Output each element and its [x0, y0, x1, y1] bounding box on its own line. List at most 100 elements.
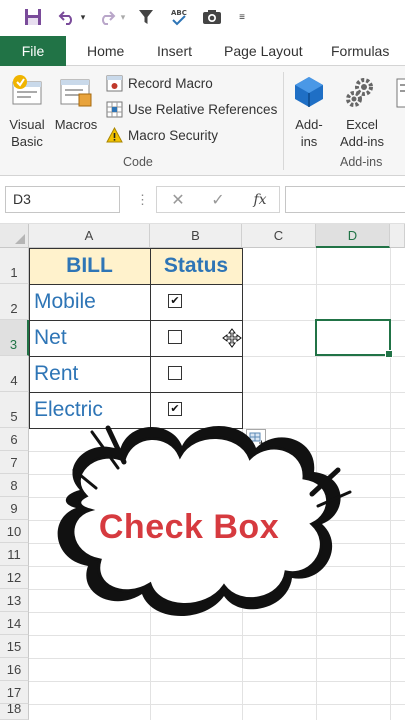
gridline	[29, 428, 405, 429]
cell-a3[interactable]: Net	[29, 320, 150, 356]
macro-security-button[interactable]: Macro Security	[106, 124, 218, 146]
quick-analysis-icon[interactable]	[246, 429, 266, 449]
row-header-3[interactable]: 3	[0, 320, 29, 356]
row-header-6[interactable]: 6	[0, 428, 29, 451]
gridline	[29, 451, 405, 452]
column-header-b[interactable]: B	[150, 224, 242, 248]
tab-page-layout[interactable]: Page Layout	[224, 36, 303, 66]
select-all-corner[interactable]	[0, 224, 29, 248]
insert-function-icon[interactable]: fx	[247, 187, 273, 214]
row-header-4[interactable]: 4	[0, 356, 29, 392]
com-addins-button[interactable]	[394, 72, 405, 152]
filter-icon[interactable]	[136, 6, 156, 28]
cancel-icon[interactable]: ✕	[165, 187, 191, 214]
gridline	[29, 474, 405, 475]
redo-icon[interactable]	[96, 6, 118, 28]
row-header-5[interactable]: 5	[0, 392, 29, 428]
relative-references-icon	[106, 101, 123, 118]
row-header-15[interactable]: 15	[0, 635, 29, 658]
com-addins-icon	[396, 78, 405, 113]
formula-bar-grip-icon: ⋮	[136, 192, 149, 207]
formula-input[interactable]	[285, 186, 405, 213]
row-header-14[interactable]: 14	[0, 612, 29, 635]
addins-button[interactable]: Add- ins	[290, 72, 328, 152]
name-box[interactable]: D3	[5, 186, 120, 213]
checkbox-electric[interactable]: ✔	[168, 402, 182, 416]
group-separator	[283, 72, 284, 170]
macros-label: Macros	[54, 117, 98, 132]
tab-formulas[interactable]: Formulas	[331, 36, 389, 66]
cell-b5[interactable]	[150, 392, 242, 428]
column-header-e[interactable]	[390, 224, 405, 248]
record-macro-icon	[106, 75, 123, 92]
save-icon[interactable]	[22, 6, 44, 28]
code-group-label: Code	[123, 155, 153, 169]
row-header-13[interactable]: 13	[0, 589, 29, 612]
column-header-d[interactable]: D	[316, 224, 390, 248]
cell-a5[interactable]: Electric	[29, 392, 150, 428]
gear-icon	[344, 75, 378, 114]
cell-a1-bill-header[interactable]: BILL	[29, 248, 150, 284]
gridline	[29, 566, 405, 567]
formula-buttons: ✕ ✓ fx	[156, 186, 280, 213]
ribbon-tabs: File Home Insert Page Layout Formulas	[0, 36, 405, 66]
undo-dropdown-icon[interactable]: ▾	[78, 6, 88, 28]
macros-icon	[59, 74, 93, 113]
macro-security-label: Macro Security	[128, 127, 219, 143]
macros-button[interactable]: Macros	[53, 72, 99, 152]
use-relative-references-label: Use Relative References	[128, 101, 278, 117]
addins-group-label: Add-ins	[340, 155, 383, 169]
check-box-caption: Check Box	[98, 508, 280, 546]
row-header-1[interactable]: 1	[0, 248, 29, 284]
tab-file[interactable]: File	[0, 36, 66, 66]
row-header-16[interactable]: 16	[0, 658, 29, 681]
row-header-9[interactable]: 9	[0, 497, 29, 520]
column-header-a[interactable]: A	[29, 224, 150, 248]
gridline	[29, 612, 405, 613]
cell-a4[interactable]: Rent	[29, 356, 150, 392]
row-header-8[interactable]: 8	[0, 474, 29, 497]
row-header-12[interactable]: 12	[0, 566, 29, 589]
enter-icon[interactable]: ✓	[205, 187, 231, 214]
record-macro-label: Record Macro	[128, 75, 213, 91]
warning-icon	[106, 126, 123, 144]
checkbox-mobile[interactable]: ✔	[168, 294, 182, 308]
use-relative-references-button[interactable]: Use Relative References	[106, 98, 277, 120]
record-macro-button[interactable]: Record Macro	[106, 72, 213, 94]
gridline	[242, 248, 243, 720]
visual-basic-button[interactable]: Visual Basic	[4, 72, 50, 152]
row-header-18[interactable]: 18	[0, 701, 29, 720]
move-cursor-icon	[222, 328, 242, 353]
row-header-2[interactable]: 2	[0, 284, 29, 320]
gridline	[29, 635, 405, 636]
customize-toolbar-icon[interactable]: ≡	[236, 6, 248, 28]
tab-home[interactable]: Home	[87, 36, 124, 66]
row-header-7[interactable]: 7	[0, 451, 29, 474]
undo-icon[interactable]	[56, 6, 78, 28]
tab-insert[interactable]: Insert	[157, 36, 192, 66]
redo-dropdown-icon[interactable]: ▾	[118, 6, 128, 28]
excel-addins-label: Excel Add-ins	[339, 117, 385, 149]
checkbox-net[interactable]	[168, 330, 182, 344]
column-header-c[interactable]: C	[242, 224, 316, 248]
active-cell-d3[interactable]	[315, 319, 393, 358]
ribbon-developer: Visual Basic Macros Record Macro Use Rel…	[0, 66, 405, 176]
spelling-icon[interactable]: ABC	[169, 6, 189, 28]
gridline	[29, 497, 405, 498]
camera-icon[interactable]	[201, 6, 223, 28]
cell-b1-status-header[interactable]: Status	[150, 248, 242, 284]
excel-addins-button[interactable]: Excel Add-ins	[334, 72, 390, 152]
cell-b2[interactable]	[150, 284, 242, 320]
gridline	[29, 704, 405, 705]
row-header-11[interactable]: 11	[0, 543, 29, 566]
formula-bar: D3 ⋮ ✕ ✓ fx	[0, 176, 405, 224]
cell-b4[interactable]	[150, 356, 242, 392]
visual-basic-icon	[10, 74, 44, 113]
visual-basic-label: Visual Basic	[9, 117, 45, 149]
row-header-10[interactable]: 10	[0, 520, 29, 543]
cell-a2[interactable]: Mobile	[29, 284, 150, 320]
gridline	[29, 658, 405, 659]
worksheet-grid: A B C D 1 2 3 4 5 6 7 8 9 10 11 12 13 14…	[0, 224, 405, 720]
quick-access-toolbar: ▾ ▾ ABC ≡	[0, 0, 405, 36]
checkbox-rent[interactable]	[168, 366, 182, 380]
